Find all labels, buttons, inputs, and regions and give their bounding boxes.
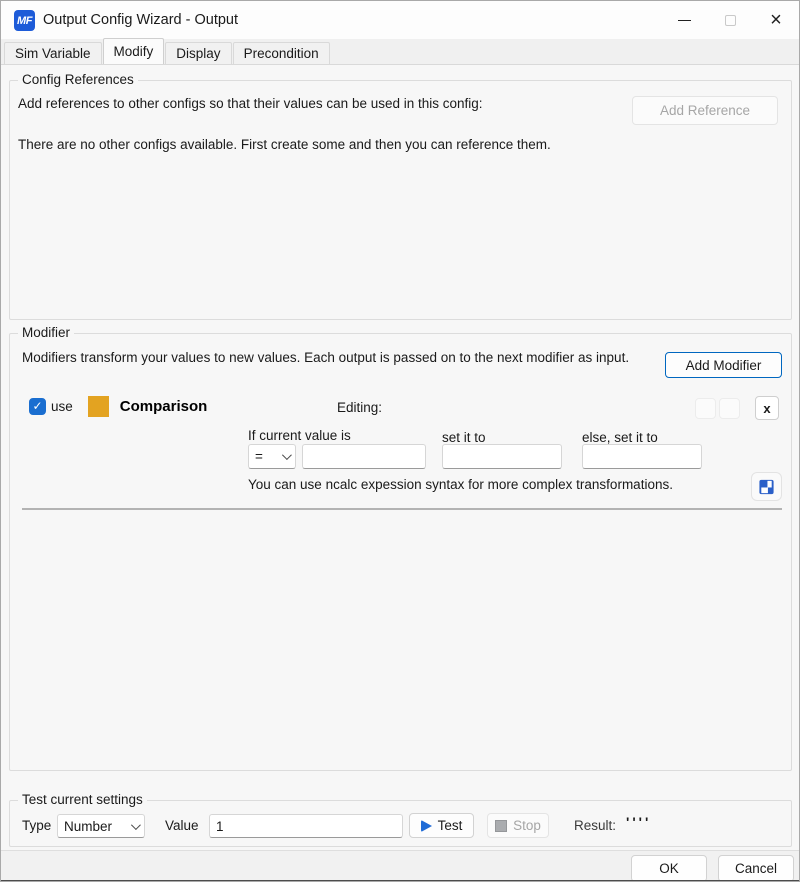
set-value-input[interactable] [442,444,562,469]
result-label: Result: [574,818,616,833]
config-references-group-title: Config References [18,72,138,87]
stop-button-label: Stop [513,818,541,833]
modify-tab-page: Config References Add references to othe… [1,64,799,850]
use-label: use [51,399,73,414]
tab-strip: Sim Variable Modify Display Precondition [1,39,799,64]
play-icon [421,820,432,832]
dialog-footer: OK Cancel [1,850,799,880]
ncalc-hint: You can use ncalc expession syntax for m… [248,477,673,492]
add-modifier-button[interactable]: Add Modifier [665,352,782,378]
test-button-label: Test [438,818,463,833]
editing-label: Editing: [337,400,382,415]
app-logo-text: MF [17,15,32,27]
checkmark-icon: ✓ [32,400,42,412]
else-set-it-to-label: else, set it to [582,430,658,445]
chevron-down-icon [131,820,141,830]
operator-value: = [255,449,263,464]
window-title: Output Config Wizard - Output [43,1,238,39]
value-label: Value [165,818,199,833]
stop-button: Stop [487,813,549,838]
window-controls: × [661,1,799,39]
tab-display[interactable]: Display [165,42,231,64]
test-value-input[interactable] [209,814,403,838]
modifier-description: Modifiers transform your values to new v… [22,350,629,365]
type-label: Type [22,818,51,833]
title-bar: MF Output Config Wizard - Output × [1,1,799,39]
modifier-name: Comparison [120,398,208,415]
add-reference-button: Add Reference [632,96,778,125]
move-down-button [719,398,740,419]
maximize-button [707,1,753,39]
config-references-description: Add references to other configs so that … [18,96,483,111]
minimize-button[interactable] [661,1,707,39]
else-value-input[interactable] [582,444,702,469]
chevron-down-icon [282,450,292,460]
delete-modifier-button[interactable]: x [755,396,779,420]
modifier-group-title: Modifier [18,325,74,340]
if-current-value-label: If current value is [248,428,351,443]
output-config-wizard-window: MF Output Config Wizard - Output × Sim V… [0,0,800,882]
app-logo-icon: MF [14,10,35,31]
save-icon [758,478,775,496]
test-button[interactable]: Test [409,813,474,838]
minimize-icon [678,20,691,21]
modifier-group: Modifier Modifiers transform your values… [9,333,792,771]
close-icon: × [770,10,782,30]
ok-button[interactable]: OK [631,855,707,882]
use-checkbox[interactable]: ✓ [29,398,46,415]
modifier-color-swatch[interactable] [88,396,109,417]
maximize-icon [725,15,736,26]
result-value: '''' [626,814,651,830]
test-settings-group-title: Test current settings [18,792,147,807]
test-type-select[interactable]: Number [57,814,145,838]
stop-icon [495,820,507,832]
save-modifier-button[interactable] [751,472,782,501]
tab-precondition[interactable]: Precondition [233,42,330,64]
no-configs-message: There are no other configs available. Fi… [18,137,551,152]
test-settings-group: Test current settings Type Number Value … [9,800,792,847]
move-up-button [695,398,716,419]
operator-select[interactable]: = [248,444,296,469]
tab-sim-variable[interactable]: Sim Variable [4,42,102,64]
tab-modify[interactable]: Modify [103,38,165,64]
cancel-button[interactable]: Cancel [718,855,794,882]
modifier-list-separator [22,508,782,510]
modifier-row: ✓ use Comparison [29,394,207,418]
config-references-group: Config References Add references to othe… [9,80,792,320]
set-it-to-label: set it to [442,430,486,445]
if-value-input[interactable] [302,444,426,469]
test-type-value: Number [64,819,112,834]
close-button[interactable]: × [753,1,799,39]
